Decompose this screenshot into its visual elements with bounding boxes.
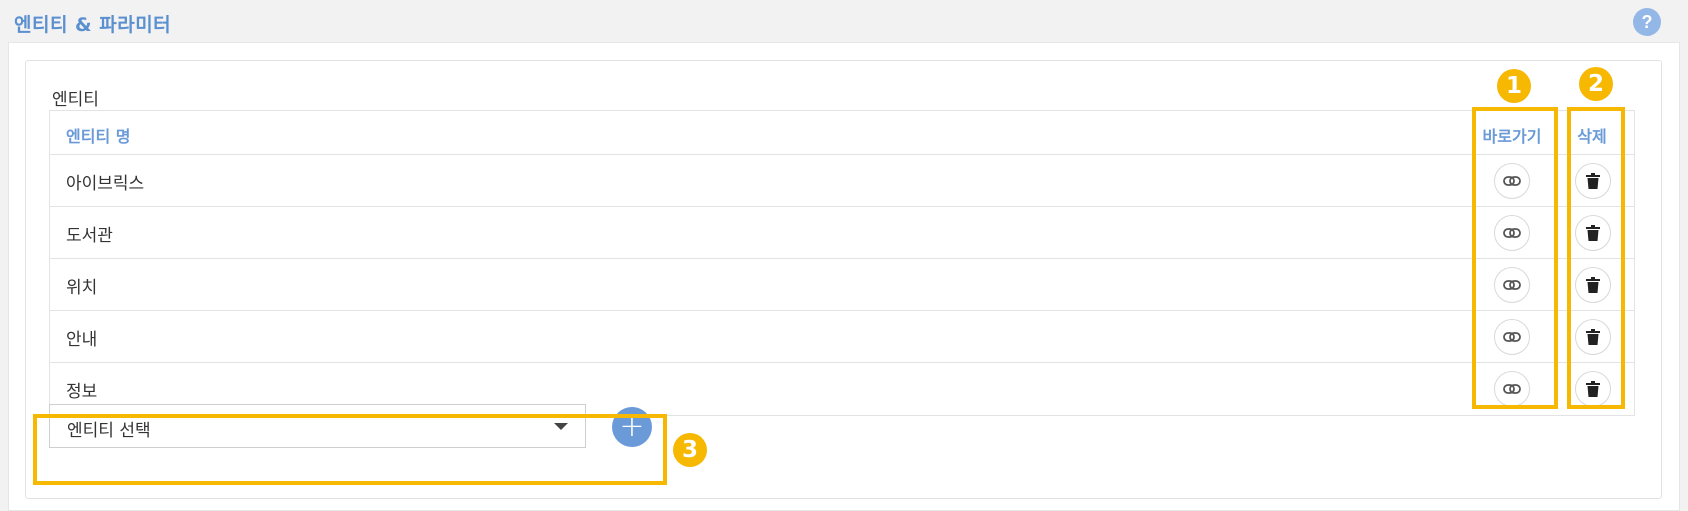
- help-icon[interactable]: ?: [1633, 8, 1661, 36]
- table-header: 엔티티 명 바로가기 삭제: [50, 111, 1634, 155]
- table-row: 위치: [50, 259, 1634, 311]
- entity-name: 아이브릭스: [66, 174, 145, 194]
- entity-name: 도서관: [66, 226, 113, 246]
- table-row: 도서관: [50, 207, 1634, 259]
- highlight-select-area: [33, 414, 667, 485]
- entity-name: 위치: [66, 278, 98, 298]
- panel-title: 엔티티 & 파라미터: [14, 14, 172, 36]
- entity-name: 안내: [66, 330, 98, 350]
- entity-table: 엔티티 명 바로가기 삭제 아이브릭스 도서관 위치 안내 정보: [49, 110, 1635, 416]
- section-label: 엔티티: [52, 90, 99, 110]
- header-entity-name: 엔티티 명: [66, 127, 131, 146]
- highlight-delete-column: [1567, 107, 1625, 409]
- table-row: 아이브릭스: [50, 155, 1634, 207]
- entity-name: 정보: [66, 382, 98, 402]
- annotation-badge-3: 3: [673, 433, 707, 467]
- annotation-badge-1: 1: [1497, 69, 1531, 103]
- highlight-shortcut-column: [1472, 107, 1558, 409]
- annotation-badge-2: 2: [1579, 67, 1613, 101]
- table-row: 안내: [50, 311, 1634, 363]
